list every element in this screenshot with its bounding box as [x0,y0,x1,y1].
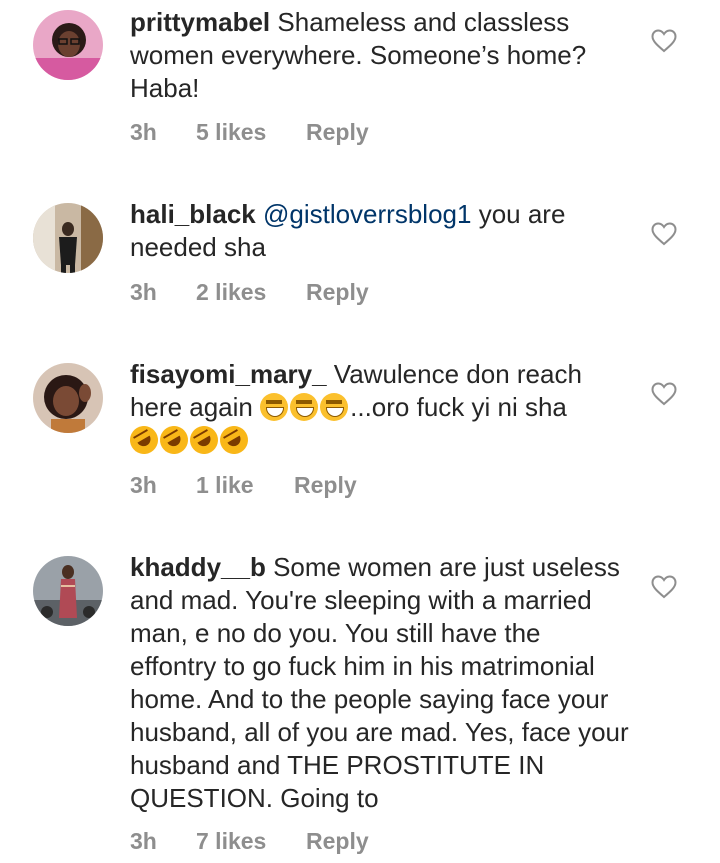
comment-likes[interactable]: 7 likes [196,828,266,855]
comment-time: 3h [130,828,157,854]
comment-text-block: khaddy__b Some women are just useless an… [130,551,630,815]
avatar[interactable] [33,556,103,626]
comment-body: Some women are just useless and mad. You… [130,552,629,813]
comment-item: khaddy__b Some women are just useless an… [0,0,720,863]
comment-username[interactable]: khaddy__b [130,552,266,582]
reply-button[interactable]: Reply [306,828,369,855]
heart-outline-icon[interactable] [651,575,677,599]
